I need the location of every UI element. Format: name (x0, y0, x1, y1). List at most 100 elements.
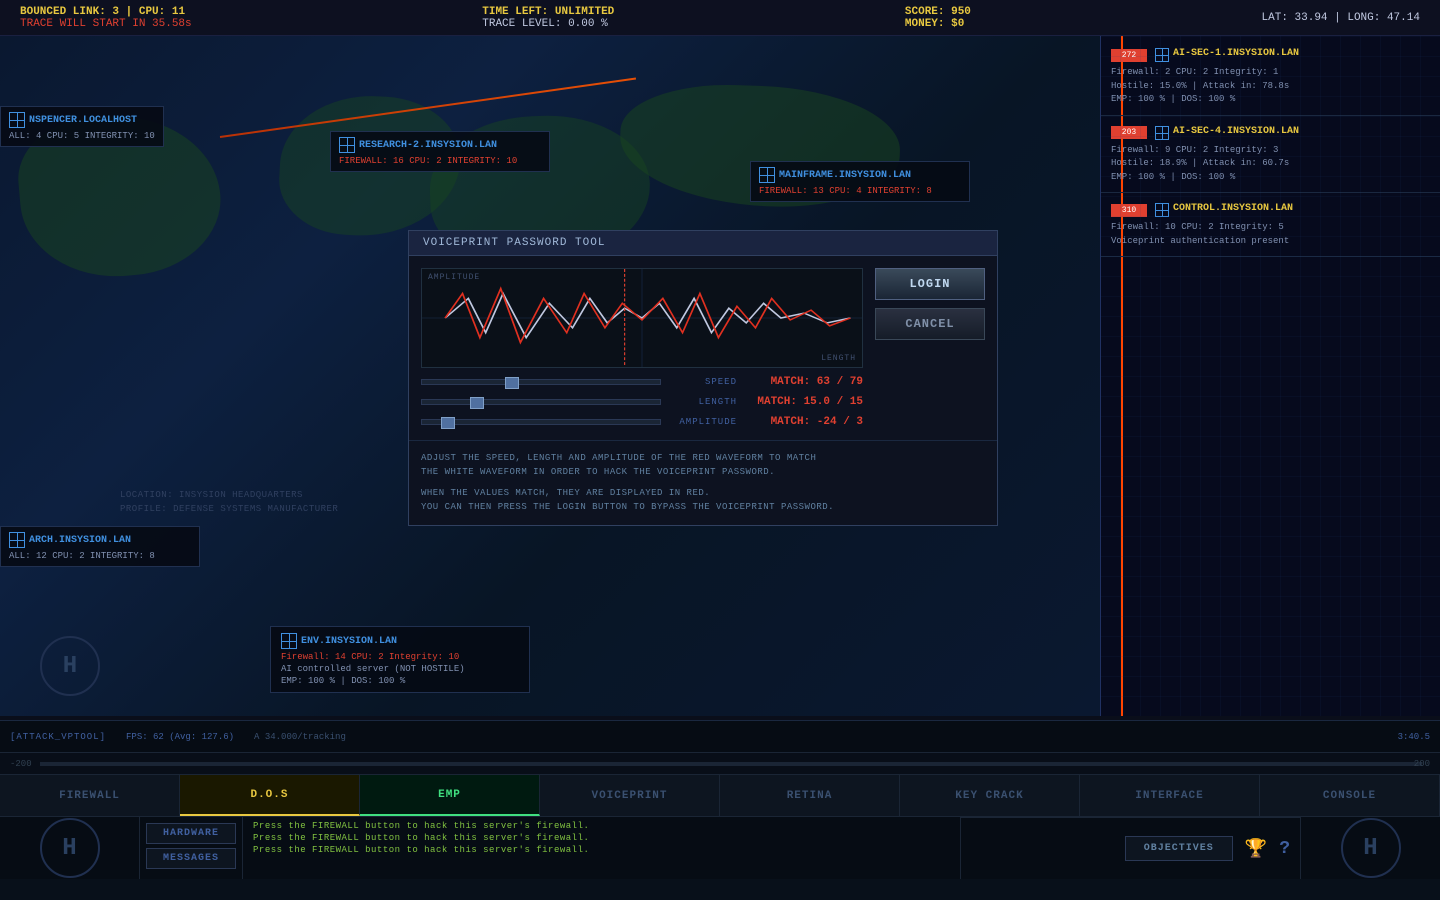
node-mainframe-title: MAINFRAME.INSYSION.LAN (779, 170, 911, 181)
node-arch-title: ARCH.INSYSION.LAN (29, 535, 131, 546)
interface-button[interactable]: INTERFACE (1080, 775, 1260, 816)
node-spencer-info: ALL: 4 CPU: 5 INTEGRITY: 10 (9, 131, 155, 141)
status-bar: [ATTACK_VPTOOL] FPS: 62 (Avg: 127.6) A 3… (0, 721, 1440, 753)
console-button[interactable]: CONSOLE (1260, 775, 1440, 816)
log-msg-2: Press the FIREWALL button to hack this s… (253, 833, 950, 843)
vptool-dialog: VOICEPRINT PASSWORD TOOL AMPLITUDE LENGT… (408, 230, 998, 526)
logo-circle-bottom-left: H (40, 818, 100, 878)
progress-track[interactable] (40, 762, 1422, 766)
node-env-emp: EMP: 100 % | DOS: 100 % (281, 676, 519, 686)
sn-title-control: CONTROL.INSYSION.LAN (1173, 203, 1293, 214)
attack-label-bar: [ATTACK_VPTOOL] (10, 732, 106, 742)
speed-slider-thumb[interactable] (505, 377, 519, 389)
speed-label: SPEED (667, 377, 737, 387)
node-spencer[interactable]: NSPENCER.LOCALHOST ALL: 4 CPU: 5 INTEGRI… (0, 106, 164, 147)
main-buttons: FIREWALL D.O.S EMP VOICEPRINT RETINA KEY… (0, 775, 1440, 817)
logo-circle-bottom-right: H (1341, 818, 1401, 878)
voiceprint-button[interactable]: VOICEPRINT (540, 775, 720, 816)
sn-info-aisec1: Firewall: 2 CPU: 2 Integrity: 1 Hostile:… (1111, 66, 1430, 107)
node-arch[interactable]: ARCH.INSYSION.LAN ALL: 12 CPU: 2 INTEGRI… (0, 526, 200, 567)
length-slider-row: LENGTH MATCH: 15.0 / 15 (421, 396, 863, 408)
hardware-button[interactable]: HARDWARE (146, 823, 236, 844)
retina-button[interactable]: RETINA (720, 775, 900, 816)
cancel-button[interactable]: CANCEL (875, 308, 985, 340)
sidebar-node-control[interactable]: 310 CONTROL.INSYSION.LAN Firewall: 10 CP… (1101, 193, 1440, 257)
location-info: Location: Insysion headquarters Profile:… (120, 489, 338, 516)
amplitude-slider-row: AMPLITUDE MATCH: -24 / 3 (421, 416, 863, 428)
objectives-area: OBJECTIVES 🏆 ? (960, 817, 1300, 879)
amplitude-label: AMPLITUDE (667, 417, 737, 427)
node-mainframe[interactable]: MAINFRAME.INSYSION.LAN FIREWALL: 13 CPU:… (750, 161, 970, 202)
node-crosshair-spencer (9, 112, 25, 128)
hw-msg-buttons: HARDWARE MESSAGES (140, 817, 243, 879)
node-arch-info: ALL: 12 CPU: 2 INTEGRITY: 8 (9, 551, 191, 561)
sidebar-node-aisec1[interactable]: 272 AI-SEC-1.INSYSION.LAN Firewall: 2 CP… (1101, 36, 1440, 116)
money: MONEY: $0 (905, 18, 971, 30)
speed-slider-track[interactable] (421, 379, 661, 385)
dos-button[interactable]: D.O.S (180, 775, 360, 816)
amplitude-slider-track[interactable] (421, 419, 661, 425)
sn-badge-aisec1: 272 (1111, 49, 1147, 62)
messages-button[interactable]: MESSAGES (146, 848, 236, 869)
trace-info: BOUNCED LINK: 3 | CPU: 11 TRACE WILL STA… (20, 6, 192, 30)
log-msg-3: Press the FIREWALL button to hack this s… (253, 845, 950, 855)
amplitude-slider-thumb[interactable] (441, 417, 455, 429)
waveform-display: AMPLITUDE LENGTH (421, 268, 863, 368)
vptool-right: LOGIN CANCEL (875, 268, 985, 428)
help-icon[interactable]: ? (1279, 839, 1290, 859)
logo-circle-left: H (40, 636, 100, 696)
firewall-button[interactable]: FIREWALL (0, 775, 180, 816)
right-sidebar: 272 AI-SEC-1.INSYSION.LAN Firewall: 2 CP… (1100, 36, 1440, 716)
time-trace-info: TIME LEFT: UNLIMITED TRACE LEVEL: 0.00 % (482, 6, 614, 30)
vptool-desc: ADJUST THE SPEED, LENGTH AND AMPLITUDE O… (409, 440, 997, 525)
key-crack-button[interactable]: KEY CRACK (900, 775, 1080, 816)
node-env-title: ENV.INSYSION.LAN (301, 636, 397, 647)
fps-display: FPS: 62 (Avg: 127.6) (126, 732, 234, 742)
sn-crosshair-aisec1 (1155, 48, 1169, 62)
wf-label-amplitude: AMPLITUDE (428, 273, 480, 282)
node-env[interactable]: ENV.INSYSION.LAN Firewall: 14 CPU: 2 Int… (270, 626, 530, 693)
sn-crosshair-aisec4 (1155, 126, 1169, 140)
logo-bottom-right: H (1300, 817, 1440, 879)
length-slider-track[interactable] (421, 399, 661, 405)
time-left: TIME LEFT: UNLIMITED (482, 6, 614, 18)
score: SCORE: 950 (905, 6, 971, 18)
range-left: -200 (10, 759, 32, 769)
node-crosshair-env (281, 633, 297, 649)
logo-left: H (30, 626, 110, 706)
node-research2[interactable]: RESEARCH-2.INSYSION.LAN FIREWALL: 16 CPU… (330, 131, 550, 172)
sn-info-aisec4: Firewall: 9 CPU: 2 Integrity: 3 Hostile:… (1111, 144, 1430, 185)
node-crosshair-research2 (339, 137, 355, 153)
wf-label-length: LENGTH (821, 354, 856, 363)
sidebar-node-aisec4[interactable]: 203 AI-SEC-4.INSYSION.LAN Firewall: 9 CP… (1101, 116, 1440, 194)
length-match: MATCH: 15.0 / 15 (743, 396, 863, 408)
lat-long: LAT: 33.94 | LONG: 47.14 (1262, 12, 1420, 24)
progress-area: -200 200 (0, 753, 1440, 775)
trophy-icon: 🏆 (1245, 838, 1267, 860)
log-area: Press the FIREWALL button to hack this s… (243, 817, 960, 879)
vptool-left: AMPLITUDE LENGTH (421, 268, 863, 428)
amplitude-match: MATCH: -24 / 3 (743, 416, 863, 428)
sn-info-control: Firewall: 10 CPU: 2 Integrity: 5 Voicepr… (1111, 221, 1430, 248)
node-crosshair-mainframe (759, 167, 775, 183)
objectives-button[interactable]: OBJECTIVES (1125, 836, 1233, 861)
node-env-ai: AI controlled server (NOT HOSTILE) (281, 664, 519, 674)
coordinates: LAT: 33.94 | LONG: 47.14 (1262, 12, 1420, 24)
node-crosshair-arch (9, 532, 25, 548)
speed-match: MATCH: 63 / 79 (743, 376, 863, 388)
node-research2-title: RESEARCH-2.INSYSION.LAN (359, 140, 497, 151)
sn-title-aisec4: AI-SEC-4.INSYSION.LAN (1173, 126, 1299, 137)
node-env-firewall: Firewall: 14 CPU: 2 Integrity: 10 (281, 652, 519, 662)
sn-crosshair-control (1155, 203, 1169, 217)
length-label: LENGTH (667, 397, 737, 407)
login-button[interactable]: LOGIN (875, 268, 985, 300)
timestamp: 3:40.5 (1398, 732, 1430, 742)
emp-button[interactable]: EMP (360, 775, 540, 816)
sn-badge-aisec4: 203 (1111, 126, 1147, 139)
vptool-body: AMPLITUDE LENGTH (409, 256, 997, 440)
bounced-link-cpu: BOUNCED LINK: 3 | CPU: 11 (20, 6, 192, 18)
length-slider-thumb[interactable] (470, 397, 484, 409)
node-spencer-title: NSPENCER.LOCALHOST (29, 115, 137, 126)
waveform-svg (422, 269, 862, 367)
bottom-area: [ATTACK_VPTOOL] FPS: 62 (Avg: 127.6) A 3… (0, 720, 1440, 900)
